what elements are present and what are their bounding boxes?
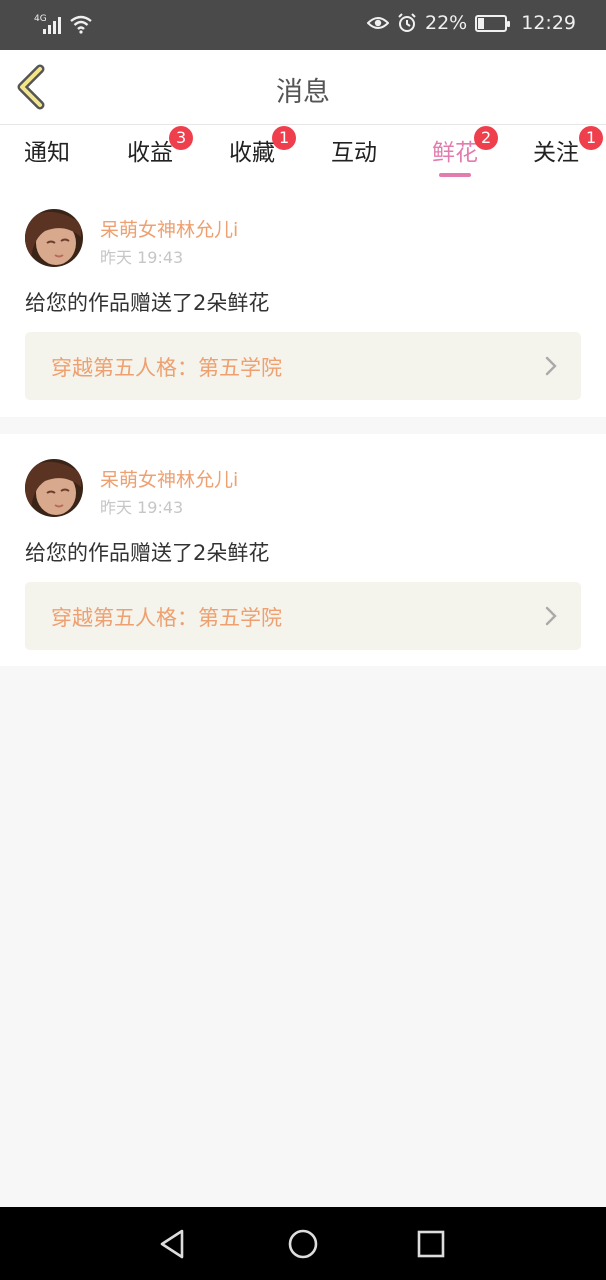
- avatar[interactable]: [25, 209, 83, 267]
- back-triangle-icon[interactable]: [156, 1227, 190, 1261]
- tab-label: 收益: [127, 140, 173, 166]
- tab-label: 通知: [24, 140, 70, 166]
- count-badge: 1: [272, 126, 297, 150]
- clock: 12:29: [521, 12, 576, 34]
- work-title: 穿越第五人格：第五学院: [51, 606, 282, 630]
- alarm-icon: [398, 13, 416, 32]
- chevron-right-icon: [545, 356, 557, 376]
- chevron-right-icon: [545, 606, 557, 626]
- message-time: 昨天 19:43: [100, 248, 184, 267]
- tab-label: 关注: [533, 140, 579, 166]
- message-card: 呆萌女神林允儿i 昨天 19:43 给您的作品赠送了2朵鲜花 穿越第五人格：第五…: [0, 185, 606, 417]
- page-title: 消息: [276, 77, 330, 108]
- message-text: 给您的作品赠送了2朵鲜花: [25, 541, 270, 565]
- message-time: 昨天 19:43: [100, 498, 184, 517]
- battery-percent: 22%: [425, 12, 468, 34]
- recents-square-icon[interactable]: [414, 1227, 448, 1261]
- work-title: 穿越第五人格：第五学院: [51, 356, 282, 380]
- work-link[interactable]: 穿越第五人格：第五学院: [25, 332, 581, 400]
- system-indicators: 22% 12:29: [367, 12, 576, 34]
- tab-notice[interactable]: 通知: [24, 133, 104, 167]
- count-badge: 1: [579, 126, 604, 150]
- system-nav-bar: [0, 1207, 606, 1280]
- tab-interaction[interactable]: 互动: [331, 133, 411, 167]
- count-badge: 3: [169, 126, 194, 150]
- tab-label: 鲜花: [432, 140, 478, 166]
- tab-favorites[interactable]: 收藏 1: [229, 126, 309, 167]
- status-bar: 4G 22% 12:29: [0, 0, 606, 50]
- sender-name[interactable]: 呆萌女神林允儿i: [100, 465, 238, 492]
- sender-name[interactable]: 呆萌女神林允儿i: [100, 215, 238, 242]
- tab-label: 收藏: [229, 140, 275, 166]
- work-link[interactable]: 穿越第五人格：第五学院: [25, 582, 581, 650]
- eye-icon: [367, 17, 389, 29]
- tab-earnings[interactable]: 收益 3: [127, 126, 207, 167]
- message-card: 呆萌女神林允儿i 昨天 19:43 给您的作品赠送了2朵鲜花 穿越第五人格：第五…: [0, 434, 606, 666]
- wifi-icon: [69, 15, 92, 34]
- header-bar: 消息: [0, 50, 606, 125]
- home-circle-icon[interactable]: [286, 1227, 320, 1261]
- tab-flowers[interactable]: 鲜花 2: [432, 126, 512, 177]
- message-text: 给您的作品赠送了2朵鲜花: [25, 291, 270, 315]
- battery-icon: [475, 14, 511, 32]
- tab-label: 互动: [331, 140, 377, 166]
- tab-bar: 通知 收益 3 收藏 1 互动 鲜花 2 关注 1: [0, 125, 606, 185]
- network-indicators: 4G: [34, 14, 93, 34]
- active-tab-indicator: [439, 173, 471, 177]
- tab-following[interactable]: 关注 1: [533, 126, 606, 167]
- network-type: 4G: [34, 14, 47, 24]
- count-badge: 2: [474, 126, 499, 150]
- avatar[interactable]: [25, 459, 83, 517]
